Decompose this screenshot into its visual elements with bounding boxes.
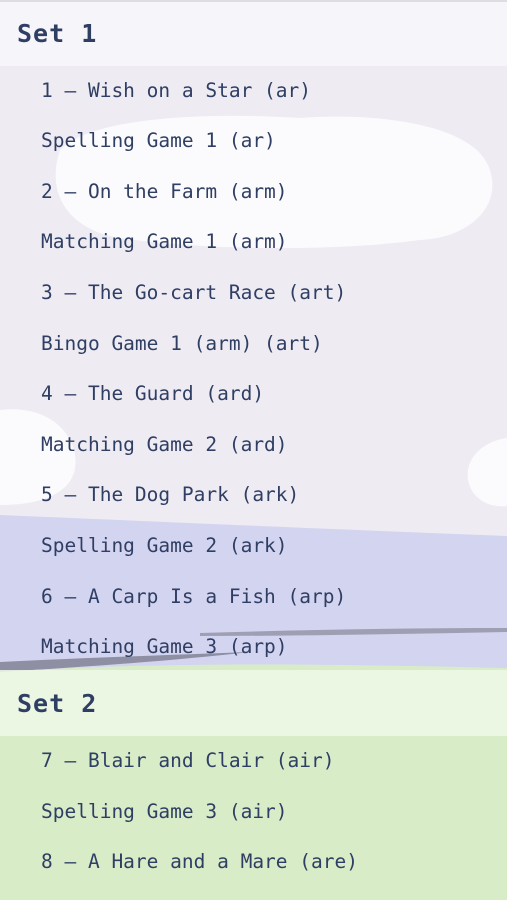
lesson-item-8[interactable]: 8 — A Hare and a Mare (are) <box>0 836 507 886</box>
matching-game-1[interactable]: Matching Game 1 (arm) <box>0 216 507 266</box>
spelling-game-3[interactable]: Spelling Game 3 (air) <box>0 786 507 836</box>
lesson-item-3[interactable]: 3 — The Go-cart Race (art) <box>0 267 507 317</box>
lesson-item-2[interactable]: 2 — On the Farm (arm) <box>0 166 507 216</box>
lesson-item-5[interactable]: 5 — The Dog Park (ark) <box>0 469 507 519</box>
matching-game-3[interactable]: Matching Game 3 (arp) <box>0 621 507 671</box>
lesson-list: Set 1 1 — Wish on a Star (ar) Spelling G… <box>0 0 507 900</box>
set-2-header: Set 2 <box>0 670 507 736</box>
lesson-item-7[interactable]: 7 — Blair and Clair (air) <box>0 735 507 785</box>
lesson-item-4[interactable]: 4 — The Guard (ard) <box>0 368 507 418</box>
set-1-header: Set 1 <box>0 0 507 66</box>
matching-game-2[interactable]: Matching Game 2 (ard) <box>0 419 507 469</box>
bingo-game-1[interactable]: Bingo Game 1 (arm) (art) <box>0 318 507 368</box>
spelling-game-1[interactable]: Spelling Game 1 (ar) <box>0 115 507 165</box>
lesson-item-6[interactable]: 6 — A Carp Is a Fish (arp) <box>0 571 507 621</box>
spelling-game-2[interactable]: Spelling Game 2 (ark) <box>0 520 507 570</box>
lesson-item-1[interactable]: 1 — Wish on a Star (ar) <box>0 65 507 115</box>
